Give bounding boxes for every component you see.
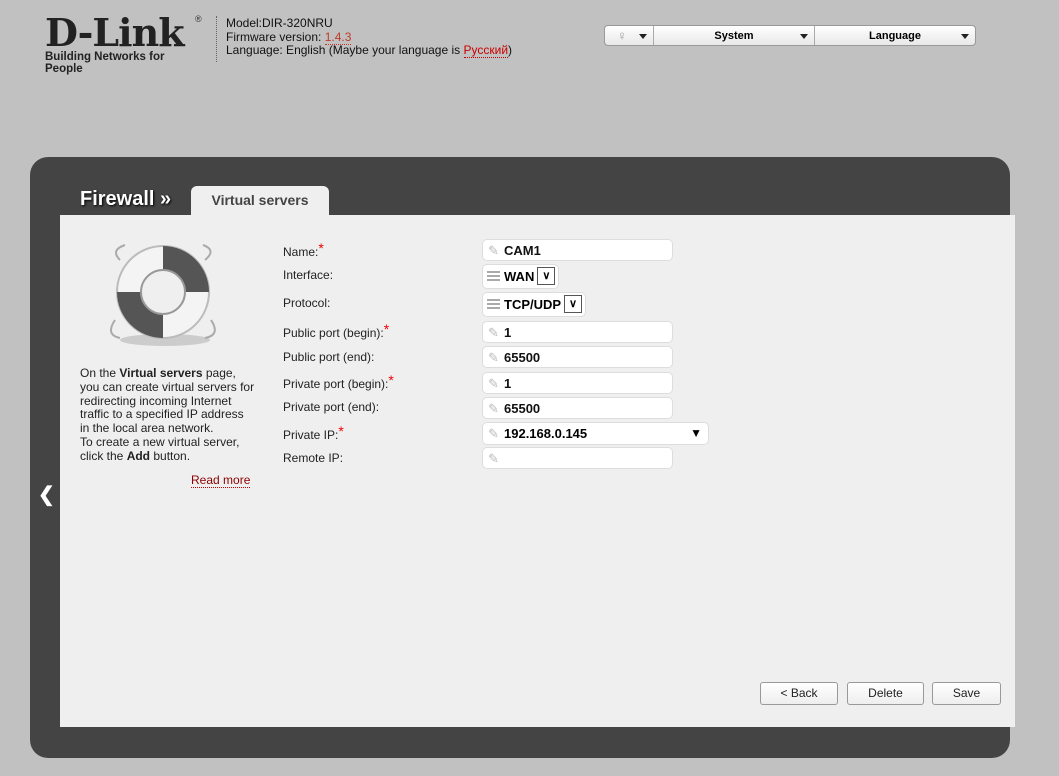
public-port-end-input[interactable]: ✎ 65500 <box>482 346 673 368</box>
pencil-icon: ✎ <box>488 451 499 466</box>
delete-button[interactable]: Delete <box>847 682 924 705</box>
back-button[interactable]: < Back <box>760 682 838 705</box>
language-suggest-link[interactable]: Русский <box>463 43 509 58</box>
value: 65500 <box>504 350 541 365</box>
save-button[interactable]: Save <box>932 682 1001 705</box>
value: 1 <box>504 325 512 340</box>
list-icon <box>487 271 500 281</box>
language-label: Language: English (Maybe your language i… <box>226 43 464 57</box>
private-port-begin-label: Private port (begin):* <box>283 372 394 391</box>
private-ip-combobox[interactable]: ✎ 192.168.0.145 ▼ <box>482 422 709 445</box>
remote-ip-input[interactable]: ✎ <box>482 447 673 469</box>
pencil-icon: ✎ <box>488 376 499 391</box>
help-t4: button. <box>150 448 191 463</box>
list-icon <box>487 299 500 309</box>
paren: ) <box>508 43 513 57</box>
name-label: Name:* <box>283 240 324 259</box>
model: Model:DIR-320NRU <box>226 16 333 30</box>
interface-label: Interface: <box>283 268 334 282</box>
system-label: System <box>714 29 754 42</box>
protocol-label: Protocol: <box>283 296 331 310</box>
value: 1 <box>504 376 512 391</box>
remote-ip-label: Remote IP: <box>283 451 344 465</box>
breadcrumb[interactable]: Firewall » <box>80 188 171 211</box>
tab-virtual-servers[interactable]: Virtual servers <box>191 186 329 216</box>
name-input[interactable]: ✎ CAM1 <box>482 239 673 261</box>
chevron-down-icon <box>800 34 808 39</box>
name-value: CAM1 <box>504 243 541 258</box>
divider <box>216 16 217 62</box>
read-more-link[interactable]: Read more <box>191 473 251 488</box>
chevron-down-icon <box>639 34 647 39</box>
lifebuoy-icon <box>110 244 216 346</box>
device-info: Model:DIR-320NRU Firmware version: 1.4.3… <box>226 16 513 58</box>
interface-value: WAN <box>504 269 535 284</box>
chevron-down-icon <box>961 34 969 39</box>
help-b1: Virtual servers <box>119 366 203 380</box>
help-text: On the Virtual servers page, you can cre… <box>80 366 255 464</box>
notifications-menu[interactable]: ♀ <box>605 26 654 45</box>
pencil-icon: ✎ <box>488 401 499 416</box>
language-menu[interactable]: Language <box>815 26 975 45</box>
value: 192.168.0.145 <box>504 426 588 441</box>
protocol-value: TCP/UDP <box>504 297 562 312</box>
private-port-begin-input[interactable]: ✎ 1 <box>482 372 673 394</box>
chevron-down-icon: ∨ <box>537 267 556 285</box>
chevron-down-icon: ∨ <box>564 295 583 313</box>
lightbulb-icon: ♀ <box>617 28 627 43</box>
public-port-begin-label: Public port (begin):* <box>283 321 390 340</box>
dlink-logo[interactable]: D-Link ® Building Networks for People <box>45 14 205 76</box>
interface-select[interactable]: WAN ∨ <box>482 264 560 289</box>
help-t1: On the <box>80 366 120 380</box>
pencil-icon: ✎ <box>488 325 499 340</box>
firmware-label: Firmware version: <box>226 29 325 44</box>
system-menu[interactable]: System <box>654 26 815 45</box>
public-port-begin-input[interactable]: ✎ 1 <box>482 321 673 343</box>
private-ip-label: Private IP:* <box>283 423 344 442</box>
collapse-arrow-icon[interactable]: ❮ <box>38 482 55 507</box>
value: 65500 <box>504 401 541 416</box>
pencil-icon: ✎ <box>488 350 499 365</box>
pencil-icon: ✎ <box>488 426 499 441</box>
protocol-select[interactable]: TCP/UDP ∨ <box>482 292 587 317</box>
help-b2: Add <box>126 448 151 463</box>
public-port-end-label: Public port (end): <box>283 350 375 364</box>
private-port-end-label: Private port (end): <box>283 400 380 414</box>
language-menu-label: Language <box>869 29 921 42</box>
private-port-end-input[interactable]: ✎ 65500 <box>482 397 673 419</box>
pencil-icon: ✎ <box>488 243 499 258</box>
top-menu: ♀ System Language <box>604 25 976 46</box>
dropdown-arrow-icon[interactable]: ▼ <box>690 426 702 440</box>
